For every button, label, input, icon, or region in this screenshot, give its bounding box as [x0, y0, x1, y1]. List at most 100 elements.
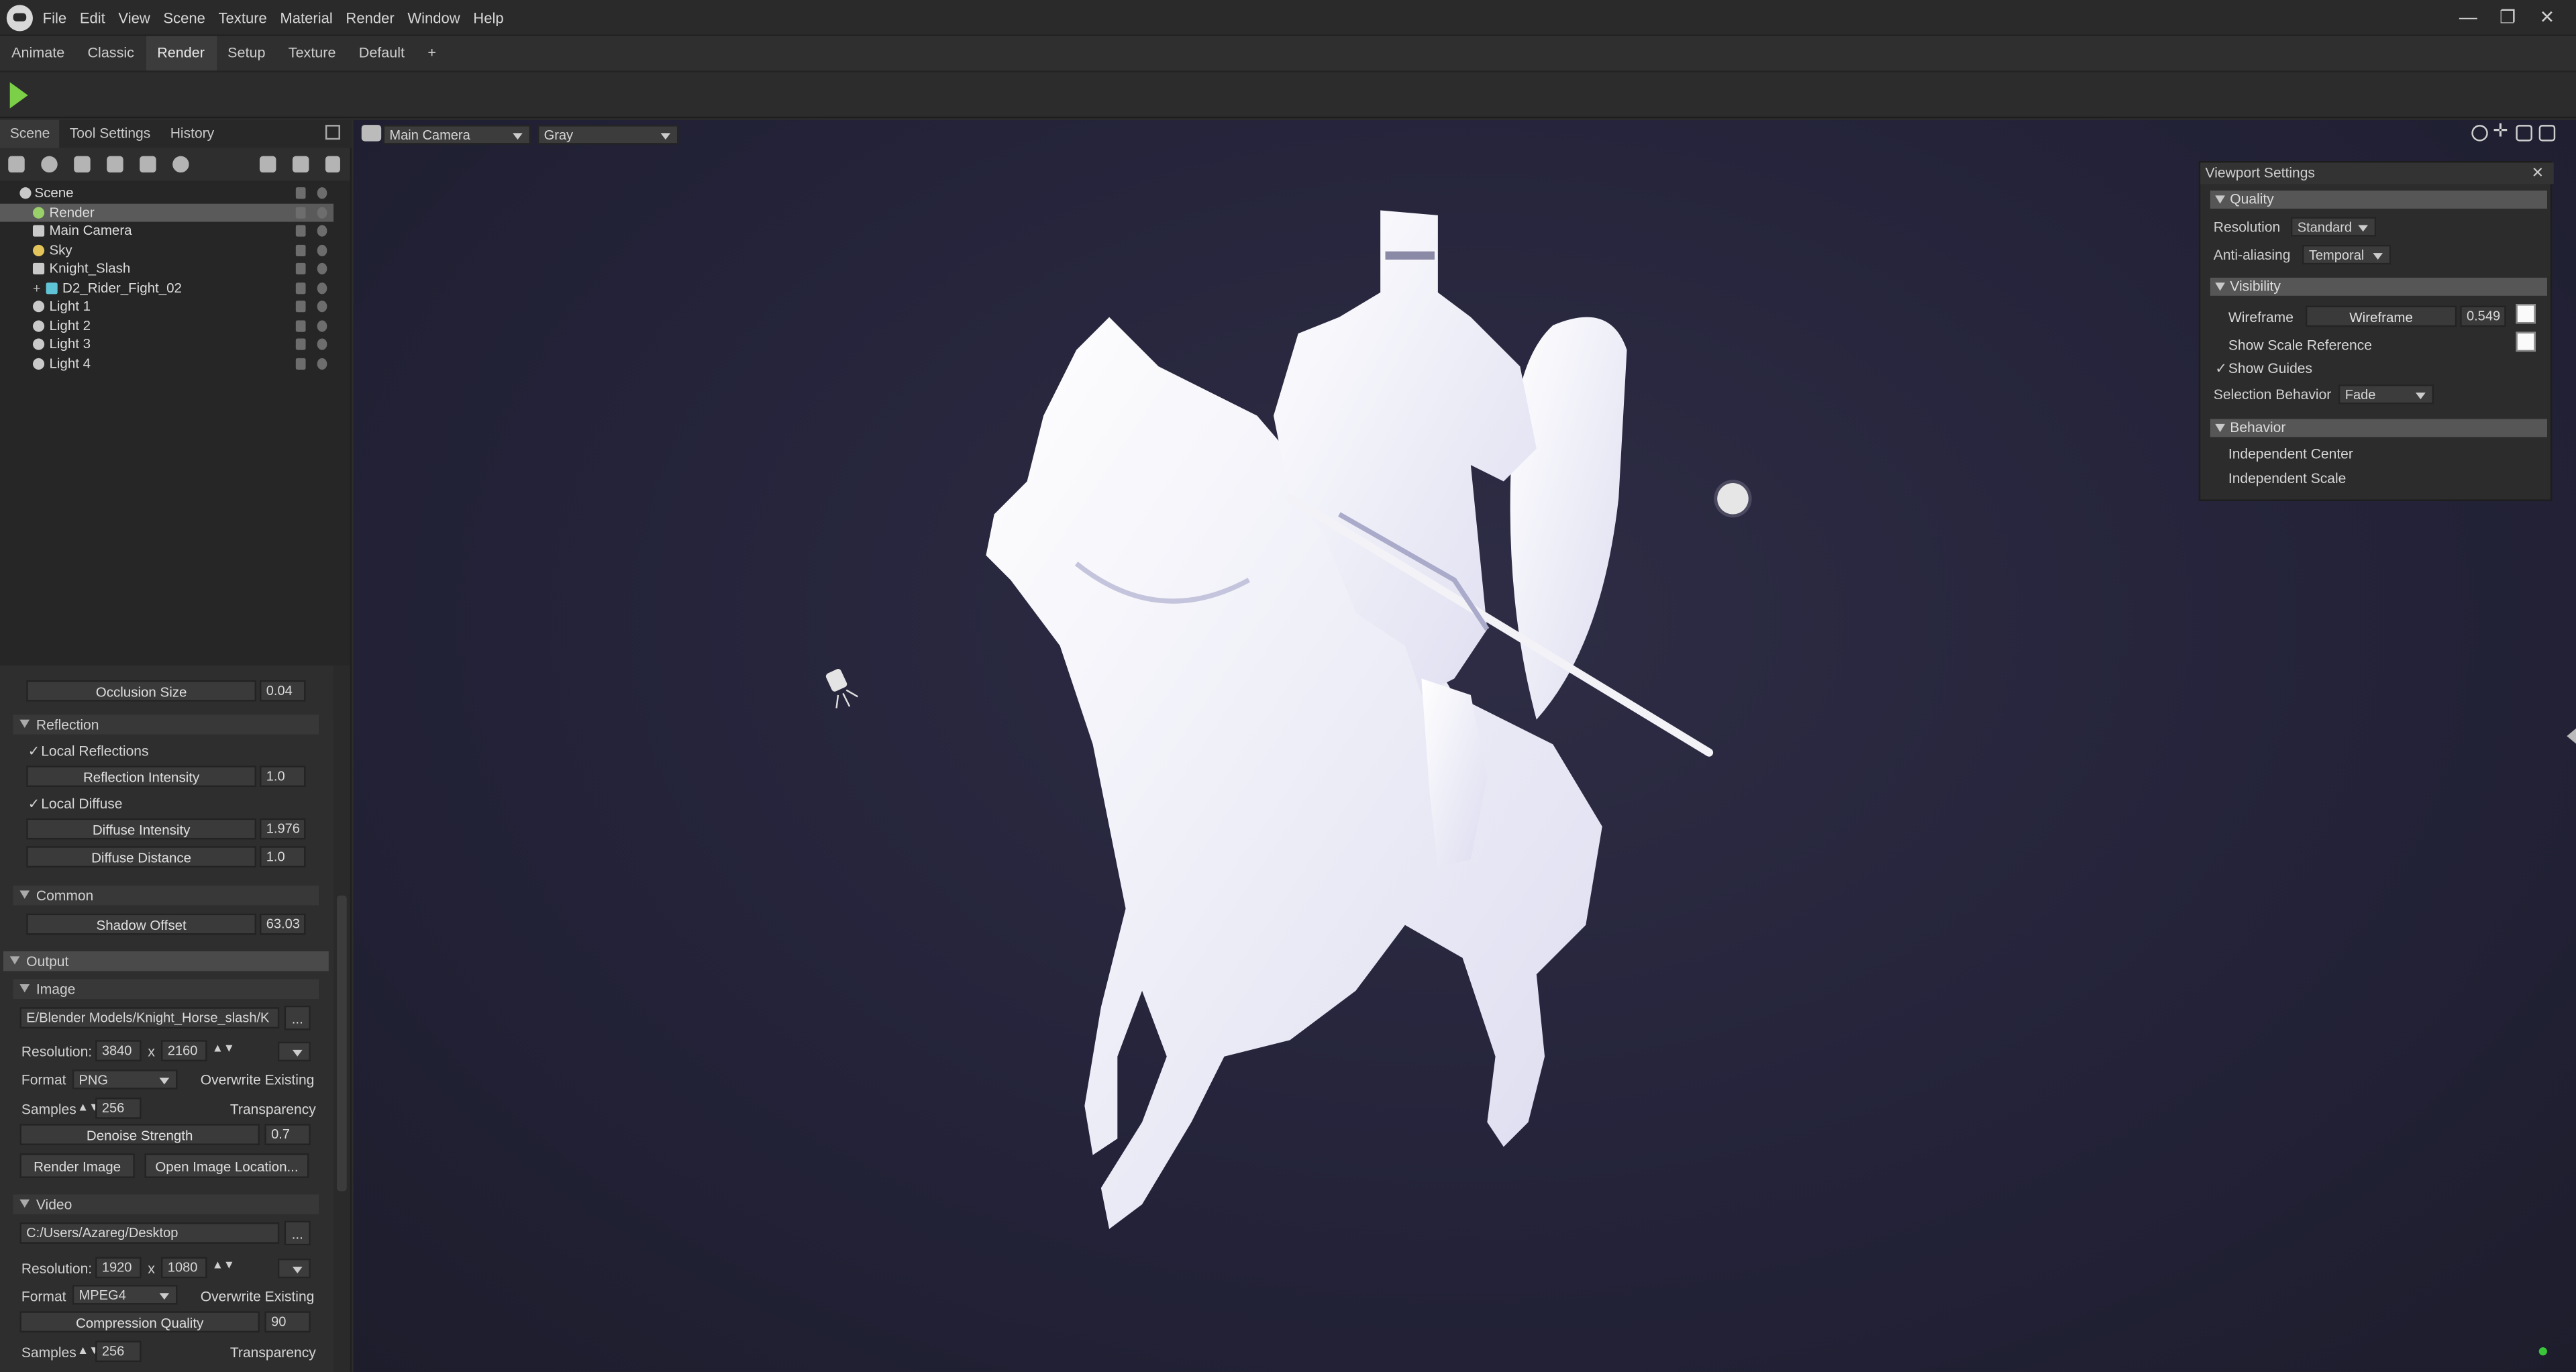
- image-format-dropdown[interactable]: PNG: [72, 1069, 178, 1090]
- popout-icon[interactable]: [2538, 125, 2556, 142]
- image-transparency-checkbox[interactable]: Transparency: [217, 1099, 316, 1118]
- visibility-eye-icon[interactable]: [317, 357, 327, 369]
- visibility-eye-icon[interactable]: [317, 206, 327, 218]
- visibility-eye-icon[interactable]: [317, 244, 327, 256]
- wireframe-color-swatch[interactable]: [2516, 304, 2536, 324]
- minimize-button[interactable]: —: [2449, 0, 2488, 36]
- show-scale-reference-checkbox[interactable]: Show Scale Reference: [2215, 335, 2372, 355]
- folder-icon[interactable]: [259, 156, 276, 173]
- reflection-intensity-slider[interactable]: Reflection Intensity: [26, 766, 257, 788]
- section-output[interactable]: Output: [3, 951, 329, 971]
- lock-icon[interactable]: [295, 282, 306, 294]
- properties-scrollbar[interactable]: [333, 665, 350, 1372]
- diffuse-distance-value[interactable]: 1.0: [259, 846, 306, 868]
- add-light-icon[interactable]: [41, 156, 58, 173]
- menu-edit[interactable]: Edit: [80, 0, 115, 36]
- image-samples-value[interactable]: 256: [95, 1097, 142, 1119]
- tab-scene[interactable]: Scene: [0, 119, 60, 148]
- add-workspace-button[interactable]: +: [416, 36, 448, 70]
- lock-icon[interactable]: [295, 357, 306, 369]
- lock-icon[interactable]: [295, 225, 306, 237]
- compression-quality-slider[interactable]: Compression Quality: [19, 1311, 260, 1333]
- 3d-viewport[interactable]: Main Camera Gray ✛ Viewport Settings ✕ Q…: [353, 119, 2576, 1372]
- menu-scene[interactable]: Scene: [163, 0, 215, 36]
- visibility-eye-icon[interactable]: [317, 338, 327, 350]
- wireframe-checkbox[interactable]: Wireframe: [2215, 307, 2294, 327]
- video-transparency-checkbox[interactable]: Transparency: [217, 1342, 316, 1362]
- menu-render[interactable]: Render: [346, 0, 404, 36]
- local-reflections-checkbox[interactable]: ✓ Local Reflections: [28, 741, 149, 760]
- camera-icon[interactable]: [361, 125, 382, 142]
- reflection-intensity-value[interactable]: 1.0: [259, 766, 306, 788]
- section-image[interactable]: Image: [13, 979, 319, 999]
- popout-panel-icon[interactable]: [325, 125, 340, 140]
- select-tool-arrow-icon[interactable]: [9, 82, 28, 109]
- tree-row-light-4[interactable]: Light 4: [0, 354, 333, 373]
- duplicate-icon[interactable]: [292, 156, 309, 173]
- section-visibility[interactable]: Visibility: [2210, 277, 2547, 296]
- video-format-dropdown[interactable]: MPEG4: [72, 1285, 178, 1305]
- video-path-field[interactable]: C:/Users/Azareg/Desktop: [19, 1222, 280, 1244]
- image-res-height[interactable]: 2160: [161, 1040, 207, 1062]
- tree-scrollbar[interactable]: [333, 180, 350, 723]
- gear-icon[interactable]: [2471, 125, 2488, 142]
- tab-texture[interactable]: Texture: [277, 36, 348, 70]
- wireframe-opacity-slider[interactable]: Wireframe: [2305, 305, 2457, 327]
- image-res-width[interactable]: 3840: [95, 1040, 142, 1062]
- spin-arrows-icon[interactable]: ▲▼: [212, 1255, 235, 1277]
- shadow-offset-slider[interactable]: Shadow Offset: [26, 913, 257, 935]
- lock-icon[interactable]: [295, 262, 306, 274]
- menu-view[interactable]: View: [118, 0, 160, 36]
- spot-light-gizmo-icon[interactable]: [823, 667, 860, 710]
- tree-row-light-3[interactable]: Light 3: [0, 335, 333, 354]
- tree-row-light-1[interactable]: Light 1: [0, 297, 333, 316]
- expand-panel-arrow-icon[interactable]: [2567, 727, 2576, 745]
- local-diffuse-checkbox[interactable]: ✓ Local Diffuse: [28, 794, 123, 813]
- selection-behavior-dropdown[interactable]: Fade: [2338, 384, 2434, 405]
- tree-row-main-camera[interactable]: Main Camera: [0, 222, 333, 241]
- wireframe-opacity-value[interactable]: 0.549: [2460, 305, 2506, 327]
- knight-on-horse-model[interactable]: [962, 202, 1734, 1237]
- resolution-preset-dropdown[interactable]: [277, 1041, 311, 1062]
- shading-dropdown[interactable]: Gray: [537, 125, 679, 145]
- add-mesh-icon[interactable]: [8, 156, 25, 173]
- lock-icon[interactable]: [295, 206, 306, 218]
- video-samples-value[interactable]: 256: [95, 1340, 142, 1363]
- occlusion-size-value[interactable]: 0.04: [259, 680, 306, 702]
- compression-quality-value[interactable]: 90: [264, 1311, 311, 1333]
- image-overwrite-checkbox[interactable]: Overwrite Existing: [187, 1069, 315, 1089]
- occlusion-size-slider[interactable]: Occlusion Size: [26, 680, 257, 702]
- visibility-eye-icon[interactable]: [317, 319, 327, 331]
- scale-reference-color-swatch[interactable]: [2516, 331, 2536, 352]
- tree-row-d2-rider[interactable]: + D2_Rider_Fight_02: [0, 278, 333, 297]
- add-camera-icon[interactable]: [74, 156, 91, 173]
- menu-texture[interactable]: Texture: [219, 0, 277, 36]
- section-reflection[interactable]: Reflection: [13, 715, 319, 735]
- denoise-strength-value[interactable]: 0.7: [264, 1124, 311, 1145]
- visibility-eye-icon[interactable]: [317, 187, 327, 199]
- image-path-field[interactable]: E/Blender Models/Knight_Horse_slash/K: [19, 1007, 280, 1029]
- add-environment-icon[interactable]: [107, 156, 123, 173]
- close-icon[interactable]: ✕: [2532, 164, 2544, 182]
- menu-file[interactable]: File: [43, 0, 76, 36]
- move-crosshair-icon[interactable]: ✛: [2493, 122, 2509, 141]
- vp-resolution-dropdown[interactable]: Standard: [2290, 217, 2377, 237]
- denoise-strength-slider[interactable]: Denoise Strength: [19, 1124, 260, 1145]
- video-overwrite-checkbox[interactable]: Overwrite Existing: [187, 1287, 315, 1306]
- resolution-preset-dropdown[interactable]: [277, 1258, 311, 1279]
- camera-dropdown[interactable]: Main Camera: [382, 125, 531, 145]
- tree-row-scene[interactable]: Scene: [0, 184, 333, 203]
- image-browse-button[interactable]: ...: [284, 1005, 311, 1031]
- section-behavior[interactable]: Behavior: [2210, 419, 2547, 437]
- maximize-icon[interactable]: [2516, 125, 2532, 142]
- tree-row-knight-slash[interactable]: Knight_Slash: [0, 260, 333, 278]
- lock-icon[interactable]: [295, 244, 306, 256]
- lock-icon[interactable]: [295, 338, 306, 350]
- tab-setup[interactable]: Setup: [216, 36, 277, 70]
- menu-window[interactable]: Window: [407, 0, 470, 36]
- visibility-eye-icon[interactable]: [317, 262, 327, 274]
- tab-history[interactable]: History: [160, 120, 224, 148]
- tab-render[interactable]: Render: [146, 36, 217, 71]
- diffuse-intensity-slider[interactable]: Diffuse Intensity: [26, 818, 257, 840]
- video-res-height[interactable]: 1080: [161, 1257, 207, 1279]
